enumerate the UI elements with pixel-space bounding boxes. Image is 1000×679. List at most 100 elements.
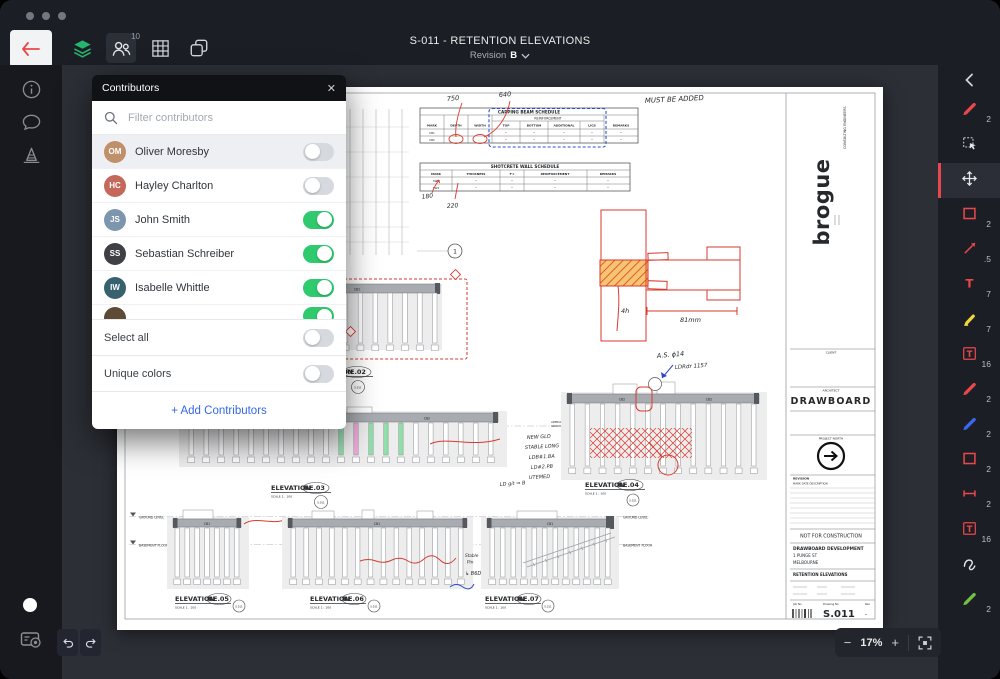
svg-text:MARK DATE DESCRIPTION: MARK DATE DESCRIPTION xyxy=(793,482,828,486)
red-notes-re04[interactable]: NEW GLO STABLE LONG LDB#1.BA LD#2.PB UTE… xyxy=(525,434,560,481)
collapse-toolbar-button[interactable] xyxy=(938,67,1000,93)
contributor-toggle[interactable] xyxy=(303,245,334,263)
blue-note-must-be-added[interactable]: MUST BE ADDED xyxy=(645,94,705,105)
tool-count: 7 xyxy=(986,324,991,334)
contributor-toggle[interactable] xyxy=(303,279,334,297)
red-stroke-bottom[interactable] xyxy=(244,520,285,524)
tool-move[interactable] xyxy=(938,163,1000,198)
unique-colors-toggle[interactable] xyxy=(303,365,334,383)
tool-icon xyxy=(961,380,978,402)
contributors-panel-header[interactable]: Contributors ✕ xyxy=(92,75,346,101)
zoom-controls: − 17% + xyxy=(835,628,941,657)
issue-cone-icon[interactable] xyxy=(21,145,42,166)
tool-icon xyxy=(961,100,978,122)
contributor-toggle[interactable] xyxy=(303,177,334,195)
contributor-name: Hayley Charlton xyxy=(135,180,213,192)
svg-text:S.011: S.011 xyxy=(317,501,325,505)
contributor-row[interactable]: OM Oliver Moresby xyxy=(92,135,346,169)
comments-icon[interactable] xyxy=(21,112,42,133)
contributor-row[interactable]: SS Sebastian Schreiber xyxy=(92,237,346,271)
tool-pen[interactable]: 2 xyxy=(938,373,1000,408)
contributor-name: John Smith xyxy=(135,214,190,226)
tool-text[interactable]: T 7 xyxy=(938,268,1000,303)
svg-text:1 PUNGE ST: 1 PUNGE ST xyxy=(793,553,818,558)
svg-text:SCALE 1 : 100: SCALE 1 : 100 xyxy=(485,606,506,610)
contributor-row[interactable]: JS John Smith xyxy=(92,203,346,237)
contributor-row[interactable]: IW Isabelle Whittle xyxy=(92,271,346,305)
tool-pen[interactable]: 2 xyxy=(938,583,1000,618)
tool-textbox[interactable]: T 16 xyxy=(938,338,1000,373)
contributors-count-badge: 10 xyxy=(131,32,140,41)
tool-highlighter[interactable]: 7 xyxy=(938,303,1000,338)
red-note-220[interactable]: 220 xyxy=(447,202,459,210)
tool-rect[interactable]: 2 xyxy=(938,198,1000,233)
blue-note-ldgit[interactable]: LD git ⇒ B xyxy=(500,480,526,488)
svg-text:PROJECT NORTH: PROJECT NORTH xyxy=(819,437,843,441)
select-all-row[interactable]: Select all xyxy=(92,319,346,355)
svg-text:Stable: Stable xyxy=(465,553,479,558)
grid-marker-1: 1 xyxy=(448,244,462,258)
revision-selector[interactable]: Revision B xyxy=(300,50,700,61)
tool-arrow[interactable]: .5 xyxy=(938,233,1000,268)
tool-select[interactable] xyxy=(938,128,1000,163)
device-settings-icon[interactable] xyxy=(20,631,42,654)
red-crosshatch[interactable] xyxy=(590,428,692,458)
filter-contributors-input[interactable] xyxy=(126,111,334,125)
red-note-180[interactable]: 180 xyxy=(421,192,433,201)
red-note-750[interactable]: 750 xyxy=(446,94,459,103)
unique-colors-label: Unique colors xyxy=(104,368,171,380)
tool-pen[interactable]: 2 xyxy=(938,408,1000,443)
svg-text:DRAWBOARD DEVELOPMENT: DRAWBOARD DEVELOPMENT xyxy=(793,546,864,552)
tool-textbox[interactable]: T 16 xyxy=(938,513,1000,548)
tool-lasso[interactable] xyxy=(938,548,1000,583)
red-note-640[interactable]: 640 xyxy=(499,90,512,99)
redo-button[interactable] xyxy=(80,629,101,656)
svg-text:S.011: S.011 xyxy=(354,386,362,390)
contributor-toggle[interactable] xyxy=(303,307,334,319)
svg-text:BASEMENT FLOOR: BASEMENT FLOOR xyxy=(139,544,169,548)
tool-measure[interactable]: 2 xyxy=(938,478,1000,513)
svg-text:S.011: S.011 xyxy=(544,605,552,609)
top-bar: 10 S-011 - RETENTION ELEVATIONS xyxy=(0,0,1000,65)
zoom-out-button[interactable]: − xyxy=(844,636,852,649)
back-button[interactable] xyxy=(10,30,52,68)
zoom-in-button[interactable]: + xyxy=(891,636,899,649)
blue-note-b6d[interactable]: ↳ B6D xyxy=(465,571,481,577)
contributor-row[interactable] xyxy=(92,305,346,319)
window-control-dot[interactable] xyxy=(26,12,34,20)
svg-text:BASEMENT FLOOR: BASEMENT FLOOR xyxy=(623,544,653,548)
contributor-toggle[interactable] xyxy=(303,211,334,229)
capping-beam-schedule: CAPPING BEAM SCHEDULE REINFORCEMENT MARK… xyxy=(420,108,638,147)
undo-button[interactable] xyxy=(57,629,78,656)
contributors-button[interactable]: 10 xyxy=(106,33,136,63)
elevation-re06: CB1 Stable Pin ↳ B6D ELEVATION RE.06 SCA… xyxy=(282,510,481,612)
pages-button[interactable] xyxy=(184,33,214,63)
blue-note-as14[interactable]: A.S. ϕ14 LDRdr 1157 xyxy=(655,350,708,378)
grid-button[interactable] xyxy=(145,33,175,63)
red-sketch-detail[interactable] xyxy=(600,210,740,341)
contributor-filter[interactable] xyxy=(92,101,346,135)
svg-text:A.S. ϕ14: A.S. ϕ14 xyxy=(655,350,684,360)
svg-text:Rev: Rev xyxy=(865,602,870,606)
tool-pen[interactable]: 2 xyxy=(938,93,1000,128)
svg-text:NEW GLO: NEW GLO xyxy=(527,434,551,441)
add-contributors-button[interactable]: + Add Contributors xyxy=(171,405,267,417)
tool-icon: T xyxy=(961,520,978,542)
window-control-dot[interactable] xyxy=(42,12,50,20)
zoom-level[interactable]: 17% xyxy=(860,637,882,649)
contributor-toggle[interactable] xyxy=(303,143,334,161)
window-controls[interactable] xyxy=(26,12,66,20)
tool-rect[interactable]: 2 xyxy=(938,443,1000,478)
svg-text:BOTTOM: BOTTOM xyxy=(527,124,542,128)
info-icon[interactable] xyxy=(21,79,42,100)
close-icon[interactable]: ✕ xyxy=(327,82,336,95)
unique-colors-row[interactable]: Unique colors xyxy=(92,355,346,391)
select-all-toggle[interactable] xyxy=(303,329,334,347)
svg-text:REINFORCEMENT: REINFORCEMENT xyxy=(534,117,561,121)
layers-button[interactable] xyxy=(67,33,97,63)
fit-screen-icon[interactable] xyxy=(918,636,932,650)
window-control-dot[interactable] xyxy=(58,12,66,20)
status-dot[interactable] xyxy=(23,598,37,612)
tool-icon xyxy=(961,415,978,437)
contributor-row[interactable]: HC Hayley Charlton xyxy=(92,169,346,203)
